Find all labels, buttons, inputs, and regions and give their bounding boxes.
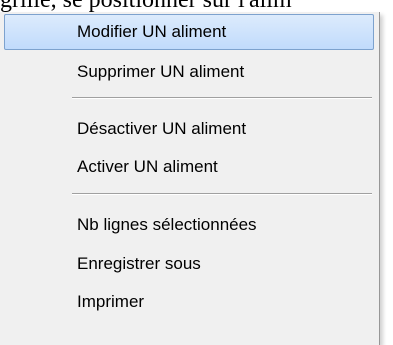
menu-item-modifier-aliment[interactable]: Modifier UN aliment bbox=[4, 14, 374, 50]
menu-item-supprimer-aliment[interactable]: Supprimer UN aliment bbox=[4, 54, 374, 90]
menu-item-nb-lignes-selectionnees[interactable]: Nb lignes sélectionnées bbox=[4, 207, 374, 243]
menu-item-imprimer[interactable]: Imprimer bbox=[4, 284, 374, 320]
menu-item-enregistrer-sous[interactable]: Enregistrer sous bbox=[4, 246, 374, 282]
context-menu: Modifier UN aliment Supprimer UN aliment… bbox=[0, 12, 380, 345]
menu-separator bbox=[72, 193, 372, 195]
menu-item-desactiver-aliment[interactable]: Désactiver UN aliment bbox=[4, 111, 374, 147]
menu-item-activer-aliment[interactable]: Activer UN aliment bbox=[4, 149, 374, 185]
menu-separator bbox=[72, 97, 372, 99]
